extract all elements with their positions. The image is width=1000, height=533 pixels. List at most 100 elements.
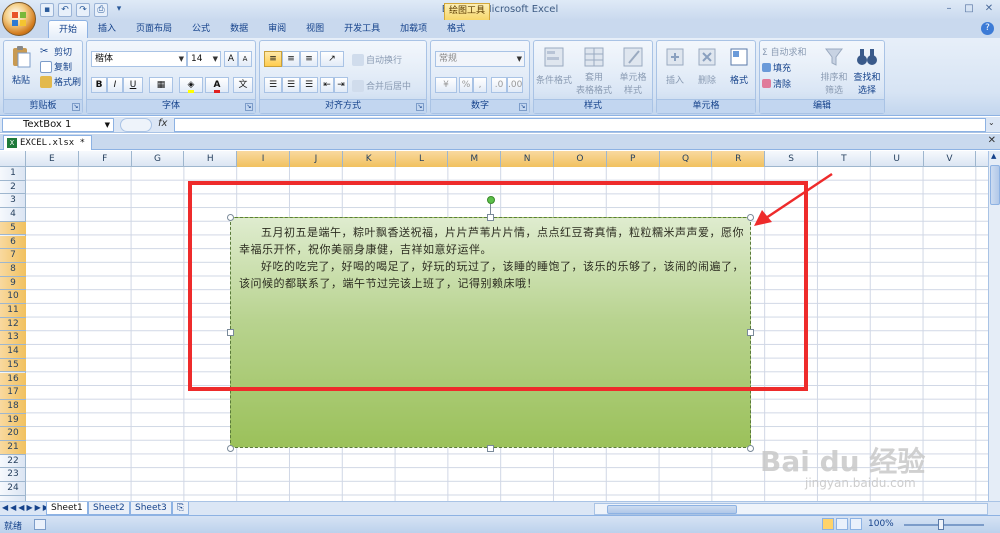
column-header-i[interactable]: I: [237, 151, 290, 167]
format-painter-button[interactable]: 格式刷: [40, 75, 81, 88]
sheet-tab-3[interactable]: Sheet3: [130, 502, 172, 515]
paste-button[interactable]: 粘贴: [8, 45, 34, 86]
column-header-r[interactable]: R: [712, 151, 766, 167]
column-header-e[interactable]: E: [26, 151, 79, 167]
macro-record-icon[interactable]: [34, 519, 46, 530]
font-name-combo[interactable]: 楷体 ▼: [91, 51, 187, 67]
document-tab-excel[interactable]: X EXCEL.xlsx *: [3, 135, 93, 150]
number-dialog-launcher[interactable]: ↘: [519, 103, 527, 111]
tab-view[interactable]: 视图: [296, 20, 334, 38]
grow-font-button[interactable]: A: [224, 51, 238, 67]
row-header-3[interactable]: 3: [0, 194, 26, 209]
row-header-5[interactable]: 5: [0, 221, 26, 236]
align-middle-button[interactable]: ≡: [282, 51, 300, 67]
column-header-u[interactable]: U: [871, 151, 924, 167]
vertical-scroll-thumb[interactable]: [990, 165, 1000, 205]
normal-view-button[interactable]: [822, 518, 834, 530]
page-layout-view-button[interactable]: [836, 518, 848, 530]
insert-cells-button[interactable]: 插入: [661, 45, 689, 86]
row-header-9[interactable]: 9: [0, 276, 26, 291]
row-header-17[interactable]: 17: [0, 386, 26, 400]
sheet-nav-buttons[interactable]: ◀◀◀▶▶▶: [2, 503, 51, 512]
shrink-font-button[interactable]: A: [238, 51, 252, 67]
column-header-h[interactable]: H: [184, 151, 238, 167]
cut-button[interactable]: ✂ 剪切: [40, 45, 72, 59]
expand-formula-bar-icon[interactable]: ⌄: [988, 118, 998, 132]
scroll-up-icon[interactable]: ▲: [991, 152, 996, 160]
row-header-20[interactable]: 20: [0, 427, 26, 441]
zoom-slider-knob[interactable]: [938, 519, 944, 530]
fill-color-button[interactable]: ◈: [179, 77, 203, 93]
zoom-slider[interactable]: [904, 524, 984, 526]
row-header-6[interactable]: 6: [0, 235, 26, 250]
select-all-corner[interactable]: [0, 151, 26, 167]
column-header-q[interactable]: Q: [659, 151, 713, 167]
horizontal-scroll-thumb[interactable]: [607, 505, 737, 514]
align-center-button[interactable]: ☰: [282, 77, 300, 93]
help-icon[interactable]: ?: [981, 22, 994, 35]
tab-data[interactable]: 数据: [220, 20, 258, 38]
row-header-8[interactable]: 8: [0, 262, 26, 277]
resize-handle-bl[interactable]: [227, 445, 234, 452]
column-header-t[interactable]: T: [818, 151, 871, 167]
row-header-2[interactable]: 2: [0, 181, 26, 195]
tab-format[interactable]: 格式: [437, 20, 475, 38]
name-box[interactable]: TextBox 1 ▼: [2, 118, 114, 132]
alignment-dialog-launcher[interactable]: ↘: [416, 103, 424, 111]
insert-sheet-button[interactable]: ⎘: [172, 502, 190, 515]
formula-input[interactable]: [174, 118, 986, 132]
format-cells-button[interactable]: 格式: [725, 45, 753, 86]
resize-handle-bc[interactable]: [487, 445, 494, 452]
column-header-f[interactable]: F: [79, 151, 132, 167]
wrap-text-button[interactable]: 自动换行: [352, 53, 402, 66]
orientation-button[interactable]: ↗: [320, 51, 344, 67]
autosum-button[interactable]: Σ 自动求和: [762, 45, 807, 58]
sheet-tab-2[interactable]: Sheet2: [88, 502, 130, 515]
minimize-button[interactable]: –: [942, 2, 956, 16]
format-as-table-button[interactable]: 套用 表格格式: [576, 45, 612, 97]
align-bottom-button[interactable]: ≡: [300, 51, 318, 67]
sheet-tab-1[interactable]: Sheet1: [46, 502, 88, 515]
column-header-s[interactable]: S: [765, 151, 818, 167]
column-header-n[interactable]: N: [501, 151, 554, 167]
row-header-24[interactable]: 24: [0, 482, 26, 496]
row-header-14[interactable]: 14: [0, 345, 26, 359]
fill-button[interactable]: 填充: [762, 61, 791, 74]
row-header-15[interactable]: 15: [0, 358, 26, 373]
column-header-p[interactable]: P: [606, 151, 660, 167]
column-header-m[interactable]: M: [448, 151, 502, 167]
office-button[interactable]: [2, 2, 36, 36]
align-top-button[interactable]: ≡: [264, 51, 282, 67]
row-header-12[interactable]: 12: [0, 317, 26, 332]
vertical-scrollbar[interactable]: ▲: [988, 151, 1000, 501]
copy-button[interactable]: 复制: [40, 60, 72, 73]
sort-filter-button[interactable]: 排序和 筛选: [820, 45, 848, 97]
tab-formulas[interactable]: 公式: [182, 20, 220, 38]
column-header-v[interactable]: V: [924, 151, 977, 167]
font-color-button[interactable]: A: [205, 77, 229, 93]
resize-handle-br[interactable]: [747, 445, 754, 452]
italic-button[interactable]: I: [107, 77, 123, 93]
number-format-combo[interactable]: 常规 ▼: [435, 51, 525, 67]
clear-button[interactable]: 清除: [762, 77, 791, 90]
row-header-16[interactable]: 16: [0, 372, 26, 387]
clipboard-dialog-launcher[interactable]: ↘: [72, 103, 80, 111]
delete-cells-button[interactable]: 删除: [693, 45, 721, 86]
horizontal-scrollbar[interactable]: [594, 503, 988, 515]
row-header-11[interactable]: 11: [0, 304, 26, 318]
font-size-combo[interactable]: 14 ▼: [187, 51, 221, 67]
close-button[interactable]: ✕: [982, 2, 996, 16]
column-header-k[interactable]: K: [342, 151, 396, 167]
bold-button[interactable]: B: [91, 77, 107, 93]
font-dialog-launcher[interactable]: ↘: [245, 103, 253, 111]
percent-button[interactable]: %: [459, 77, 473, 93]
row-header-10[interactable]: 10: [0, 290, 26, 304]
increase-indent-button[interactable]: ⇥: [334, 77, 348, 93]
decrease-decimal-button[interactable]: .00: [507, 77, 523, 93]
align-left-button[interactable]: ☰: [264, 77, 282, 93]
decrease-indent-button[interactable]: ⇤: [320, 77, 334, 93]
phonetic-button[interactable]: 文: [233, 77, 253, 93]
row-header-4[interactable]: 4: [0, 208, 26, 222]
close-document-icon[interactable]: ✕: [988, 135, 996, 146]
row-header-22[interactable]: 22: [0, 455, 26, 469]
